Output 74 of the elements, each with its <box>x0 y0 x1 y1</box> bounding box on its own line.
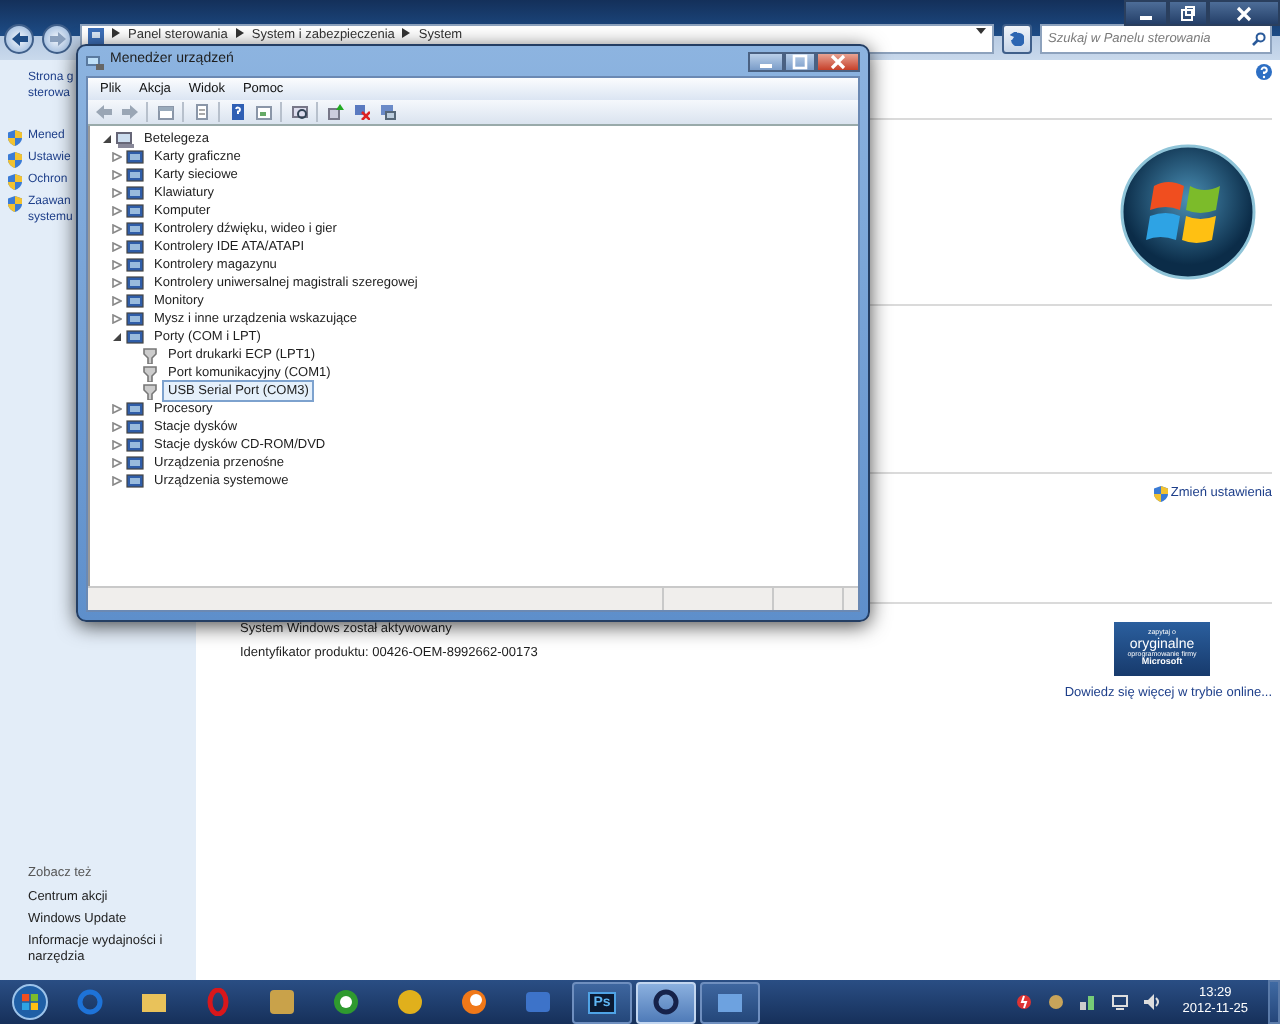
expand-toggle[interactable] <box>112 152 122 162</box>
help-icon <box>229 104 245 120</box>
app-icon <box>268 988 296 1016</box>
close-button[interactable] <box>1208 0 1280 26</box>
expand-toggle[interactable] <box>112 260 122 270</box>
circle-icon <box>332 988 360 1016</box>
control-panel-icon <box>88 28 104 44</box>
expand-toggle[interactable] <box>112 224 122 234</box>
expand-toggle[interactable] <box>112 242 122 252</box>
toolbar-button[interactable] <box>288 101 310 123</box>
toolbar-button[interactable] <box>376 101 398 123</box>
flash-icon[interactable] <box>1016 994 1033 1010</box>
back-button[interactable] <box>4 24 34 54</box>
app-icon <box>524 988 552 1016</box>
forward-arrow-icon <box>49 32 65 46</box>
shield-icon <box>8 130 22 146</box>
search-icon <box>1252 32 1266 46</box>
browser-icon <box>652 988 680 1016</box>
chevron-icon <box>235 28 244 38</box>
close-icon <box>1236 5 1252 21</box>
expand-toggle[interactable] <box>112 296 122 306</box>
scan-icon <box>291 104 307 120</box>
help-icon[interactable] <box>1256 64 1272 80</box>
expand-toggle[interactable] <box>112 458 122 468</box>
restore-icon <box>1180 5 1196 21</box>
disable-icon <box>353 104 369 120</box>
minimize-button[interactable] <box>1124 0 1168 26</box>
expand-toggle[interactable] <box>112 404 122 414</box>
forward-button[interactable] <box>42 24 72 54</box>
expand-toggle[interactable] <box>112 206 122 216</box>
shield-icon <box>8 196 22 212</box>
refresh-button[interactable] <box>1002 24 1032 54</box>
shield-icon <box>1154 486 1169 503</box>
display-icon[interactable] <box>1112 994 1129 1010</box>
expand-toggle[interactable] <box>112 170 122 180</box>
back-arrow-icon <box>11 32 27 46</box>
device-manager-icon <box>86 53 104 69</box>
maximize-button[interactable] <box>1168 0 1208 26</box>
expand-toggle[interactable] <box>112 188 122 198</box>
collapse-toggle[interactable] <box>102 134 112 144</box>
expand-toggle[interactable] <box>112 440 122 450</box>
dropdown-arrow-icon <box>976 28 986 34</box>
maximize-button[interactable] <box>784 51 816 71</box>
tray-app-icon[interactable] <box>1048 994 1065 1010</box>
shield-icon <box>8 152 22 168</box>
network-icon[interactable] <box>1080 994 1097 1010</box>
toolbar-button[interactable] <box>350 101 372 123</box>
expand-toggle[interactable] <box>112 422 122 432</box>
maximize-icon <box>792 53 808 69</box>
refresh-icon <box>1010 32 1024 46</box>
shield-icon <box>8 174 22 190</box>
uninstall-icon <box>379 104 395 120</box>
windows-logo <box>1120 144 1256 280</box>
document-icon <box>193 104 209 120</box>
close-button[interactable] <box>816 51 860 71</box>
expand-toggle[interactable] <box>112 314 122 324</box>
close-icon <box>830 53 846 69</box>
collapse-toggle[interactable] <box>112 332 122 342</box>
expand-toggle[interactable] <box>112 476 122 486</box>
minimize-button[interactable] <box>748 51 784 71</box>
toolbar-button[interactable] <box>324 101 346 123</box>
windows-orb-icon <box>12 984 48 1020</box>
update-driver-icon <box>327 104 343 120</box>
app-icon <box>460 988 488 1016</box>
expand-toggle[interactable] <box>112 278 122 288</box>
chevron-icon <box>402 28 411 38</box>
browser-icon <box>76 988 104 1016</box>
toolbar-button[interactable] <box>226 101 248 123</box>
volume-icon[interactable] <box>1144 994 1161 1010</box>
chevron-icon <box>112 28 120 38</box>
app-icon <box>396 988 424 1016</box>
computer-icon <box>116 131 134 147</box>
window-icon <box>157 104 173 120</box>
window-icon <box>255 104 271 120</box>
